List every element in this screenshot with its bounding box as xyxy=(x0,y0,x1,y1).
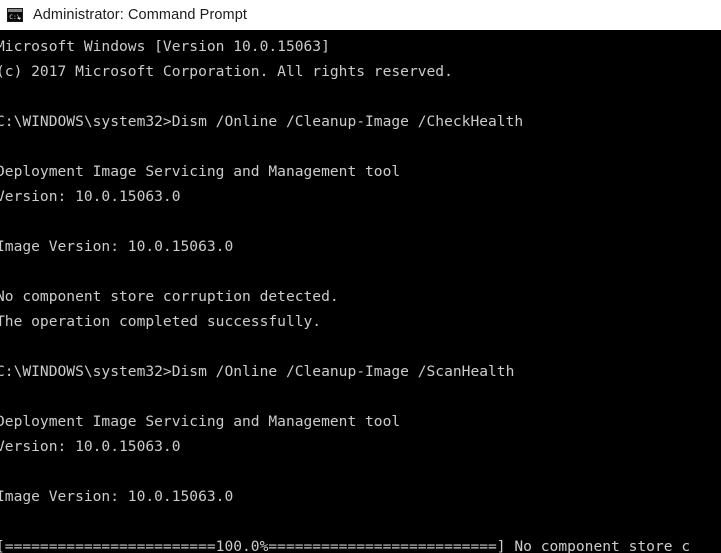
console-line: No component store corruption detected. xyxy=(0,288,339,305)
cmd-console-icon[interactable]: C:\ xyxy=(7,7,23,23)
console-line: Image Version: 10.0.15063.0 xyxy=(0,238,234,255)
console-line: C:\WINDOWS\system32>Dism /Online /Cleanu… xyxy=(0,113,524,130)
console-line: Deployment Image Servicing and Managemen… xyxy=(0,163,401,180)
command-prompt-window: C:\ Administrator: Command Prompt Micros… xyxy=(0,0,721,553)
console-line: The operation completed successfully. xyxy=(0,313,322,330)
console-line: C:\WINDOWS\system32>Dism /Online /Cleanu… xyxy=(0,363,515,380)
console-line: (c) 2017 Microsoft Corporation. All righ… xyxy=(0,63,453,80)
console-line: Image Version: 10.0.15063.0 xyxy=(0,488,234,505)
console-line: Deployment Image Servicing and Managemen… xyxy=(0,413,401,430)
console-lines: Microsoft Windows [Version 10.0.15063] (c… xyxy=(0,34,721,553)
window-titlebar[interactable]: C:\ Administrator: Command Prompt xyxy=(0,0,721,30)
window-title: Administrator: Command Prompt xyxy=(33,7,248,23)
console-line: Microsoft Windows [Version 10.0.15063] xyxy=(0,38,330,55)
console-line: [========================100.0%=========… xyxy=(0,538,691,553)
console-line: Version: 10.0.15063.0 xyxy=(0,438,181,455)
console-line: Version: 10.0.15063.0 xyxy=(0,188,181,205)
console-output-area[interactable]: Microsoft Windows [Version 10.0.15063] (c… xyxy=(0,30,721,553)
